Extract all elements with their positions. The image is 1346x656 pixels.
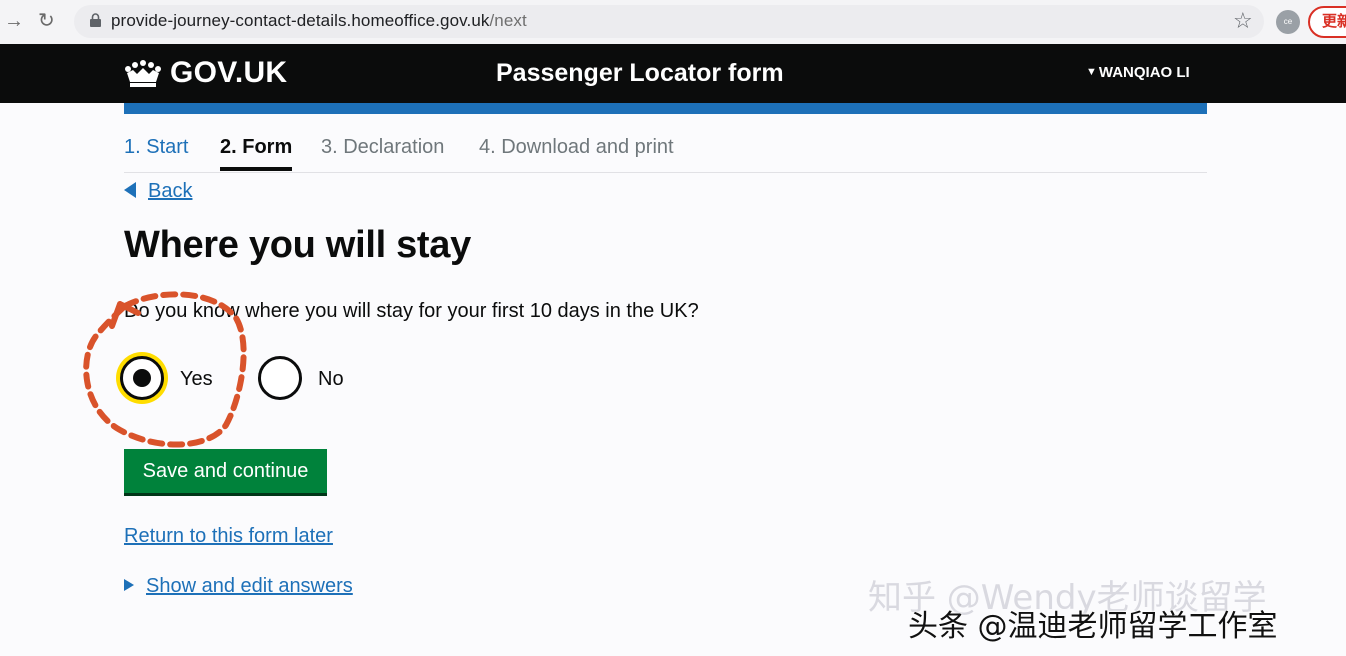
back-link[interactable]: Back [124, 180, 192, 203]
url-host: provide-journey-contact-details.homeoffi… [111, 11, 490, 30]
return-later-link[interactable]: Return to this form later [124, 525, 333, 548]
disclosure-triangle-icon [124, 579, 134, 591]
govuk-logotype[interactable]: GOV.UK [170, 56, 287, 90]
reload-icon[interactable]: ↻ [38, 10, 55, 32]
header-blue-bar [124, 103, 1207, 114]
save-and-continue-button[interactable]: Save and continue [124, 449, 327, 493]
url-text[interactable]: provide-journey-contact-details.homeoffi… [111, 11, 527, 31]
radio-label-no[interactable]: No [318, 368, 344, 391]
radio-button-yes[interactable] [120, 356, 164, 400]
details-summary-label[interactable]: Show and edit answers [146, 575, 353, 597]
step-form: 2. Form [220, 136, 293, 171]
profile-avatar[interactable]: ce [1276, 10, 1300, 34]
radio-label-yes[interactable]: Yes [180, 368, 213, 391]
crown-icon [125, 60, 161, 87]
lock-icon [90, 13, 101, 27]
radio-question: Do you know where you will stay for your… [124, 300, 699, 322]
update-button[interactable]: 更新 [1308, 6, 1346, 38]
browser-toolbar: → ↻ provide-journey-contact-details.home… [0, 0, 1346, 44]
page-title: Where you will stay [124, 224, 471, 266]
toutiao-watermark: 头条 @温迪老师留学工作室 [908, 609, 1278, 644]
radio-selected-dot [133, 369, 151, 387]
show-edit-answers-details[interactable]: Show and edit answers [124, 575, 353, 598]
bookmark-star-icon[interactable]: ☆ [1233, 8, 1253, 34]
back-link-label: Back [148, 180, 193, 202]
step-declaration: 3. Declaration [321, 136, 445, 158]
user-menu[interactable]: ▼ WANQIAO LI [1086, 64, 1190, 81]
caret-down-icon: ▼ [1086, 66, 1097, 78]
radio-button-no[interactable] [258, 356, 302, 400]
url-path: /next [489, 11, 527, 30]
forward-icon[interactable]: → [4, 10, 24, 32]
step-start[interactable]: 1. Start [124, 136, 188, 159]
step-download-print: 4. Download and print [479, 136, 674, 158]
divider [124, 172, 1207, 173]
back-arrow-icon [124, 182, 136, 198]
service-name[interactable]: Passenger Locator form [496, 59, 784, 88]
user-name: WANQIAO LI [1098, 64, 1190, 81]
